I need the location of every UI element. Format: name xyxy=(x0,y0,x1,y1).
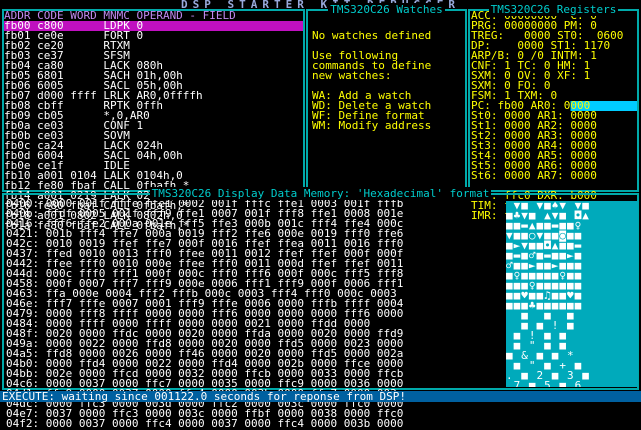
memory-line[interactable]: 04f2: 0000 0037 0000 ffc4 0000 0037 0000… xyxy=(6,418,637,429)
registers-panel[interactable]: TMS320C26 Registers ACC: 00000000 C: 0PR… xyxy=(468,3,639,221)
watch-text-line: No watches defined xyxy=(312,29,432,42)
memory-panel[interactable]: TMS320C26 Display Data Memory: 'Hexadeci… xyxy=(2,187,639,429)
watches-panel[interactable]: TMS320C26 Watches No watches defined Use … xyxy=(306,3,467,192)
watches-title: TMS320C26 Watches xyxy=(328,3,445,16)
register-line: St6: 0000 AR7: 0000 xyxy=(471,169,597,182)
status-bar: EXECUTE: waiting since 001122.0 seconds … xyxy=(0,391,641,402)
watch-text-line: WM: Modify address xyxy=(312,119,432,132)
memory-line[interactable]: 04e7: 0037 0000 ffc3 0000 003c 0000 ffbf… xyxy=(6,408,637,419)
memory-ascii-line: 7 ■ 5 ■ 6 xyxy=(506,379,590,387)
memory-title: TMS320C26 Display Data Memory: 'Hexadeci… xyxy=(149,187,492,200)
registers-title: TMS320C26 Registers xyxy=(488,3,619,16)
disassembly-panel[interactable]: ADDR CODE WORD MNMC OPERAND - FIELD fb00… xyxy=(2,9,305,231)
watch-text-line: new watches: xyxy=(312,69,392,82)
memory-ascii-view: ▼■ ▼■♠▼ ▼■ ■♣▼■ ▲▼■ ◘▲ ■■▬▲■■▬■■♀ ▼■■○▼■■◙■… xyxy=(506,201,638,387)
